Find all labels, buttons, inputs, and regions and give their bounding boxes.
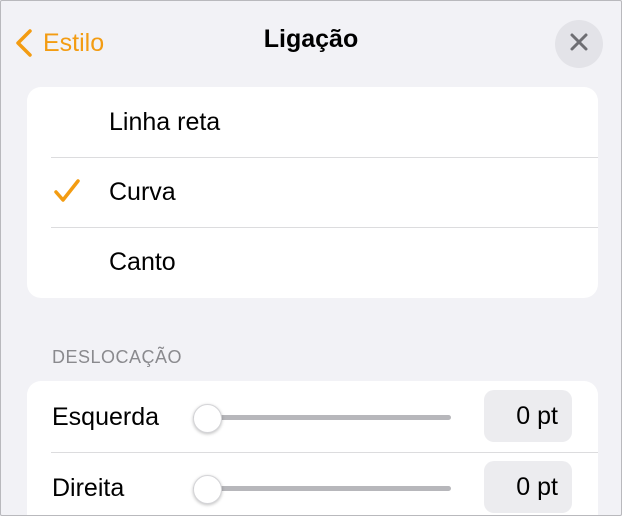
offset-right-label: Direita (52, 474, 125, 502)
option-curva[interactable]: Curva (27, 157, 598, 227)
offset-right-slider[interactable] (193, 475, 451, 504)
option-label: Linha reta (109, 107, 221, 136)
offset-left-label: Esquerda (52, 403, 160, 431)
option-canto[interactable]: Canto (27, 227, 598, 297)
slider-track (193, 415, 451, 420)
slider-thumb[interactable] (193, 475, 222, 504)
connection-type-list: Linha reta Curva Canto (27, 87, 598, 298)
slider-track (193, 486, 451, 491)
close-icon (569, 32, 589, 57)
checkmark-icon (53, 178, 81, 209)
option-linha-reta[interactable]: Linha reta (27, 87, 598, 157)
slider-thumb[interactable] (193, 404, 222, 433)
offset-right-row: Direita 0 pt (27, 452, 598, 515)
option-label: Canto (109, 247, 176, 276)
page-title: Ligação (263, 25, 359, 53)
offset-left-value[interactable]: 0 pt (484, 390, 572, 442)
offset-left-row: Esquerda 0 pt (27, 381, 598, 452)
offset-left-slider[interactable] (193, 404, 451, 433)
option-label: Curva (109, 177, 176, 206)
offset-controls: Esquerda 0 pt Direita 0 pt (27, 381, 598, 515)
close-button[interactable] (555, 20, 603, 68)
connection-popover: Estilo Ligação Linha reta Curva Canto DE… (0, 0, 622, 516)
offset-right-value[interactable]: 0 pt (484, 461, 572, 513)
offset-section-header: DESLOCAÇÃO (52, 347, 183, 367)
